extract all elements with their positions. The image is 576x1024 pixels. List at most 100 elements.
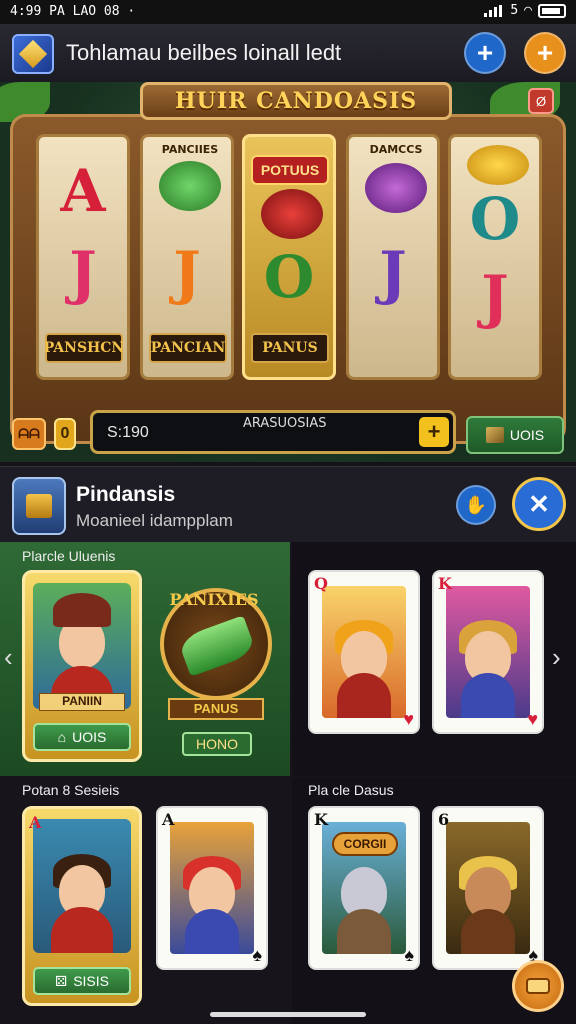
- reel-4: DAMCCS J: [346, 134, 440, 380]
- reel-2-label: PANCIAN: [149, 333, 227, 363]
- reel-2-bottom-symbol: J: [173, 239, 201, 307]
- heart-icon: ♥: [527, 709, 538, 729]
- app-icon[interactable]: [12, 34, 54, 74]
- hero-button-label: UOIS: [72, 729, 107, 745]
- card-body: [461, 673, 515, 718]
- reel-1-top-symbol: A: [60, 157, 106, 225]
- card-art: [322, 586, 406, 718]
- hero-button[interactable]: ⌂ UOIS: [33, 723, 131, 751]
- chevron-left-icon[interactable]: ‹: [4, 642, 13, 673]
- reel-4-bottom-symbol: J: [379, 239, 407, 307]
- home-indicator[interactable]: [210, 1012, 366, 1017]
- wifi-icon: ◠: [524, 3, 532, 18]
- section-title: Potan 8 Sesieis: [22, 782, 120, 798]
- reel-5-top-symbol: O: [469, 185, 521, 253]
- section-title: Plarcle Uluenis: [22, 548, 116, 564]
- hero-button-label: SISIS: [73, 973, 109, 989]
- hand-button[interactable]: ✋: [456, 485, 496, 525]
- balance-amount: S:190: [107, 424, 149, 441]
- chest-icon: [26, 494, 52, 518]
- balance-bar: S:190 ARASUOSIAS +: [90, 410, 456, 454]
- gold-add-button[interactable]: +: [524, 32, 566, 74]
- close-machine-button[interactable]: Ø: [528, 88, 554, 114]
- profile-bar: Pindansis Moanieel idampplam ✋ ✕: [0, 466, 576, 542]
- spade-icon: ♠: [252, 945, 262, 965]
- plus-icon: +: [536, 37, 554, 68]
- chest-button[interactable]: [512, 960, 564, 1012]
- card-art: [446, 822, 530, 954]
- card-body: [185, 909, 239, 954]
- emblem-sub: PANUS: [168, 698, 264, 720]
- card-index: K: [314, 810, 328, 829]
- card-index: Q: [314, 574, 328, 593]
- hero-art: [33, 583, 131, 709]
- reel-1-label: PANSHCN: [44, 333, 124, 363]
- plus-icon: +: [476, 37, 494, 68]
- card-queen-hearts[interactable]: Q ♥: [308, 570, 420, 734]
- dice-icon: ⚄: [55, 972, 68, 989]
- card-ace-spades[interactable]: A ♠: [156, 806, 268, 970]
- add-coins-button[interactable]: +: [419, 417, 449, 447]
- card-index: A: [162, 810, 175, 829]
- card-body: [337, 909, 391, 954]
- balance-label: ARASUOSIAS: [243, 416, 327, 431]
- card-king-hearts[interactable]: K ♥: [432, 570, 544, 734]
- signal-icon: [484, 4, 504, 17]
- status-bar: 4:99 PA LAO 08 · 5 ◠: [0, 0, 576, 24]
- card-emblem: CORGII: [332, 832, 398, 856]
- card-art: [446, 586, 530, 718]
- chevron-right-icon[interactable]: ›: [552, 642, 561, 673]
- card-index: 6: [438, 810, 450, 829]
- reel-1-bottom-symbol: J: [69, 239, 97, 307]
- page-title: Tohlamau beilbes loinall ledt: [66, 40, 342, 65]
- status-time: 4:99 PA LAO 08 ·: [10, 4, 136, 19]
- chest-icon: [526, 978, 550, 994]
- card-body: [461, 909, 515, 954]
- emblem-button[interactable]: HONO: [182, 732, 252, 756]
- gem-icon: [18, 39, 48, 69]
- profile-avatar[interactable]: [12, 477, 66, 535]
- card-index: A: [29, 813, 42, 832]
- emblem-title: PANIXIES: [169, 590, 259, 609]
- reel-2-tag: PANCIIES: [161, 143, 219, 156]
- bet-button[interactable]: 0: [54, 418, 76, 450]
- cards-grid: Plarcle Uluenis PANIIN ⌂ UOIS PANIXIES PA…: [0, 542, 576, 1024]
- section-title: Pla cle Dasus: [308, 782, 394, 798]
- cube-icon: [485, 427, 504, 443]
- snail-icon: [467, 145, 529, 185]
- lamp-icon: [365, 163, 427, 213]
- turtle-icon: [159, 161, 221, 211]
- hero-hat: [53, 593, 111, 628]
- battery-icon: [538, 3, 566, 18]
- hero-button[interactable]: ⚄ SISIS: [33, 967, 131, 995]
- card-king-spades[interactable]: CORGII K ♠: [308, 806, 420, 970]
- profile-subtitle: Moanieel idampplam: [76, 511, 233, 530]
- hero-card-2[interactable]: A ⚄ SISIS: [22, 806, 142, 1006]
- card-six-spades[interactable]: 6 ♠: [432, 806, 544, 970]
- reel-3: POTUUS O PANUS: [242, 134, 336, 380]
- reel-3-bottom-symbol: O: [263, 243, 315, 311]
- card-index: K: [438, 574, 452, 593]
- card-art: CORGII: [322, 822, 406, 954]
- spin-label: UOIS: [509, 427, 545, 443]
- close-button[interactable]: ✕: [512, 477, 566, 531]
- slot-machine: HUIR CANDOASIS Ø A J PANSHCN PANCIIES J …: [0, 82, 576, 462]
- panel-top-left: Plarcle Uluenis PANIIN ⌂ UOIS PANIXIES PA…: [0, 542, 290, 776]
- reel-5: O J: [448, 134, 542, 380]
- reel-4-tag: DAMCCS: [369, 143, 423, 156]
- status-icons: 5 ◠: [484, 3, 566, 18]
- bird-icon: [261, 189, 323, 239]
- card-art: [170, 822, 254, 954]
- reel-3-tag: POTUUS: [251, 155, 329, 185]
- banner-text: HUIR CANDOASIS: [174, 88, 418, 114]
- hero-label: PANIIN: [39, 693, 125, 711]
- reel-5-bottom-symbol: J: [481, 263, 509, 331]
- machine-banner: HUIR CANDOASIS: [140, 82, 452, 120]
- hero-card[interactable]: PANIIN ⌂ UOIS: [22, 570, 142, 762]
- menu-button[interactable]: ᗩᗩ: [12, 418, 46, 450]
- heart-icon: ♥: [403, 709, 414, 729]
- card-body: [337, 673, 391, 718]
- close-icon: ✕: [528, 488, 550, 519]
- add-button[interactable]: +: [464, 32, 506, 74]
- spin-button[interactable]: UOIS: [466, 416, 564, 454]
